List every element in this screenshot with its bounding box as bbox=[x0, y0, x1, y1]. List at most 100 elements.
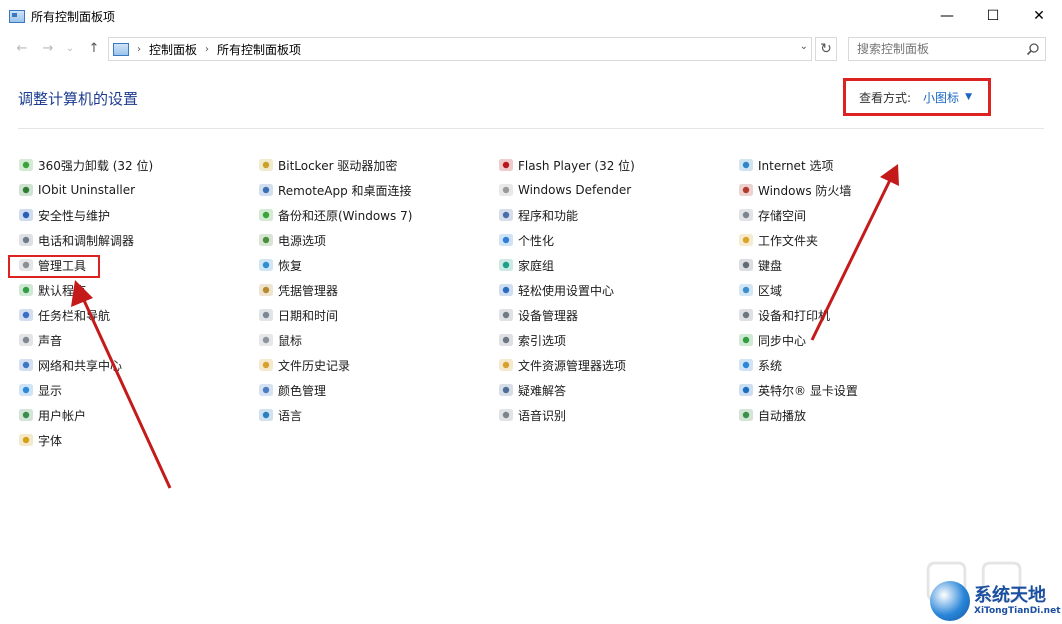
control-panel-item[interactable]: 鼠标 bbox=[258, 330, 302, 350]
control-panel-item[interactable]: 自动播放 bbox=[738, 405, 806, 425]
view-by-dropdown[interactable]: 小图标 bbox=[923, 89, 959, 106]
control-panel-item[interactable]: 程序和功能 bbox=[498, 205, 578, 225]
control-panel-item[interactable]: 设备管理器 bbox=[498, 305, 578, 325]
language-icon bbox=[258, 407, 274, 423]
control-panel-item[interactable]: 任务栏和导航 bbox=[18, 305, 110, 325]
control-panel-item[interactable]: 字体 bbox=[18, 430, 62, 450]
highlight-box bbox=[8, 255, 100, 278]
color-icon bbox=[258, 382, 274, 398]
up-button[interactable]: ↑ bbox=[84, 38, 104, 58]
watermark-brand-cn: 系统天地 bbox=[974, 585, 1046, 606]
control-panel-item[interactable]: 网络和共享中心 bbox=[18, 355, 122, 375]
control-panel-item[interactable]: 文件历史记录 bbox=[258, 355, 350, 375]
iobit-icon bbox=[18, 182, 34, 198]
minimize-button[interactable]: — bbox=[924, 0, 970, 32]
breadcrumb-control-panel[interactable]: 控制面板 bbox=[149, 41, 197, 58]
control-panel-item-label: 日期和时间 bbox=[278, 308, 339, 323]
control-panel-item[interactable]: 日期和时间 bbox=[258, 305, 338, 325]
control-panel-item[interactable]: BitLocker 驱动器加密 bbox=[258, 155, 397, 175]
control-panel-item[interactable]: 颜色管理 bbox=[258, 380, 326, 400]
header-divider bbox=[18, 128, 1044, 129]
control-panel-item[interactable]: Internet 选项 bbox=[738, 155, 833, 175]
control-panel-item[interactable]: 电话和调制解调器 bbox=[18, 230, 134, 250]
control-panel-item-label: 个性化 bbox=[518, 233, 555, 248]
control-panel-item[interactable]: 默认程序 bbox=[18, 280, 86, 300]
caret-down-icon[interactable]: ▼ bbox=[965, 92, 972, 102]
address-bar[interactable]: › 控制面板 › 所有控制面板项 ⌄ bbox=[108, 37, 812, 61]
breadcrumb-separator: › bbox=[137, 43, 141, 55]
chevron-down-icon[interactable]: ⌄ bbox=[800, 41, 808, 52]
users-icon bbox=[18, 407, 34, 423]
maximize-button[interactable]: ☐ bbox=[970, 0, 1016, 32]
control-panel-item[interactable]: Flash Player (32 位) bbox=[498, 155, 635, 175]
display-icon bbox=[18, 382, 34, 398]
control-panel-item-label: 程序和功能 bbox=[518, 208, 579, 223]
refresh-button[interactable]: ↻ bbox=[815, 37, 837, 61]
close-button[interactable]: ✕ bbox=[1016, 0, 1062, 32]
control-panel-item[interactable]: Windows Defender bbox=[498, 180, 631, 200]
control-panel-item[interactable]: 英特尔® 显卡设置 bbox=[738, 380, 858, 400]
control-panel-item-label: 字体 bbox=[38, 433, 63, 448]
flag-icon bbox=[18, 207, 34, 223]
control-panel-item[interactable]: 系统 bbox=[738, 355, 782, 375]
control-panel-item[interactable]: 360强力卸载 (32 位) bbox=[18, 155, 153, 175]
control-panel-item[interactable]: 存储空间 bbox=[738, 205, 806, 225]
control-panel-item[interactable]: 个性化 bbox=[498, 230, 554, 250]
control-panel-item[interactable]: IObit Uninstaller bbox=[18, 180, 135, 200]
control-panel-item-label: 恢复 bbox=[278, 258, 303, 273]
search-input[interactable] bbox=[848, 37, 1046, 61]
control-panel-item-label: 家庭组 bbox=[518, 258, 555, 273]
clock-icon bbox=[258, 307, 274, 323]
forward-button[interactable]: → bbox=[38, 38, 58, 58]
control-panel-item-label: 网络和共享中心 bbox=[38, 358, 123, 373]
control-panel-item-label: 存储空间 bbox=[758, 208, 807, 223]
control-panel-item[interactable]: 疑难解答 bbox=[498, 380, 566, 400]
index-icon bbox=[498, 332, 514, 348]
control-panel-item-label: 备份和还原(Windows 7) bbox=[278, 208, 413, 223]
control-panel-item[interactable]: 工作文件夹 bbox=[738, 230, 818, 250]
remoteapp-icon bbox=[258, 182, 274, 198]
control-panel-item-label: 用户帐户 bbox=[38, 408, 87, 423]
control-panel-item-label: 声音 bbox=[38, 333, 63, 348]
breadcrumb-all-items[interactable]: 所有控制面板项 bbox=[217, 41, 301, 58]
search-icon[interactable] bbox=[1026, 42, 1040, 56]
homegroup-icon bbox=[498, 257, 514, 273]
control-panel-item[interactable]: RemoteApp 和桌面连接 bbox=[258, 180, 412, 200]
control-panel-item-label: 轻松使用设置中心 bbox=[518, 283, 615, 298]
control-panel-item[interactable]: 同步中心 bbox=[738, 330, 806, 350]
folder-options-icon bbox=[498, 357, 514, 373]
watermark: 系统天地 XiTongTianDi.net bbox=[930, 578, 1062, 624]
recent-locations-button[interactable]: ⌄ bbox=[60, 38, 80, 58]
control-panel-item-label: 同步中心 bbox=[758, 333, 807, 348]
phone-modem-icon bbox=[18, 232, 34, 248]
control-panel-item[interactable]: 备份和还原(Windows 7) bbox=[258, 205, 412, 225]
watermark-brand-en: XiTongTianDi.net bbox=[974, 606, 1061, 616]
control-panel-item[interactable]: 索引选项 bbox=[498, 330, 566, 350]
control-panel-item[interactable]: 显示 bbox=[18, 380, 62, 400]
control-panel-item-label: 区域 bbox=[758, 283, 783, 298]
control-panel-item[interactable]: 凭据管理器 bbox=[258, 280, 338, 300]
control-panel-item[interactable]: 语言 bbox=[258, 405, 302, 425]
personalize-icon bbox=[498, 232, 514, 248]
control-panel-item[interactable]: 声音 bbox=[18, 330, 62, 350]
intel-graphics-icon bbox=[738, 382, 754, 398]
programs-icon bbox=[498, 207, 514, 223]
control-panel-item[interactable]: 文件资源管理器选项 bbox=[498, 355, 626, 375]
control-panel-item[interactable]: 键盘 bbox=[738, 255, 782, 275]
control-panel-item[interactable]: 安全性与维护 bbox=[18, 205, 110, 225]
control-panel-item-label: Windows Defender bbox=[518, 183, 632, 197]
control-panel-item[interactable]: 设备和打印机 bbox=[738, 305, 830, 325]
control-panel-item-label: 索引选项 bbox=[518, 333, 567, 348]
control-panel-item[interactable]: 电源选项 bbox=[258, 230, 326, 250]
control-panel-item[interactable]: 语音识别 bbox=[498, 405, 566, 425]
control-panel-item[interactable]: 轻松使用设置中心 bbox=[498, 280, 614, 300]
control-panel-item[interactable]: 家庭组 bbox=[498, 255, 554, 275]
back-button[interactable]: ← bbox=[12, 38, 32, 58]
control-panel-item-label: 工作文件夹 bbox=[758, 233, 819, 248]
control-panel-item[interactable]: 恢复 bbox=[258, 255, 302, 275]
control-panel-item[interactable]: Windows 防火墙 bbox=[738, 180, 851, 200]
control-panel-item[interactable]: 区域 bbox=[738, 280, 782, 300]
control-panel-item-label: 键盘 bbox=[758, 258, 783, 273]
control-panel-item[interactable]: 用户帐户 bbox=[18, 405, 86, 425]
autoplay-icon bbox=[738, 407, 754, 423]
